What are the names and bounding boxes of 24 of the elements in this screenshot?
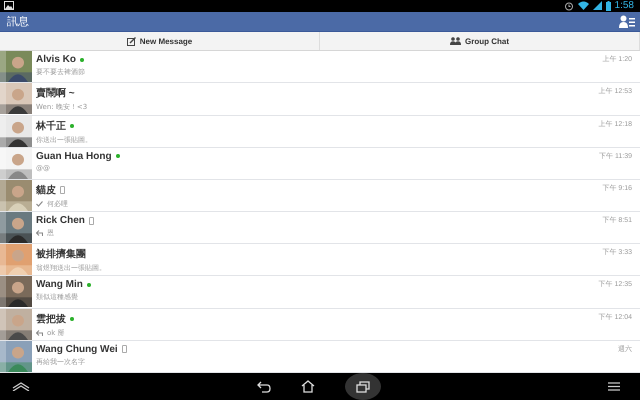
wifi-icon — [578, 1, 589, 10]
people-icon — [450, 37, 461, 46]
back-icon[interactable] — [257, 380, 271, 393]
contact-name: 貓皮 — [36, 184, 56, 197]
contact-name: Wang Min — [36, 279, 83, 290]
contact-name: 被排擠集團 — [36, 247, 86, 262]
contact-name: 賣鬧啊 ~ — [36, 86, 75, 100]
home-icon[interactable] — [301, 380, 315, 394]
chevron-up-icon[interactable] — [12, 382, 30, 392]
alarm-icon — [564, 0, 574, 11]
contact-name: 雲把拔 — [36, 312, 66, 326]
header-title: 訊息 — [7, 14, 29, 30]
contact-name: Rick Chen — [36, 215, 85, 226]
recent-apps-icon[interactable] — [356, 380, 370, 393]
contact-name: Alvis Ko — [36, 54, 76, 66]
battery-icon — [606, 0, 611, 11]
contact-name: Guan Hua Hong — [36, 150, 112, 162]
menu-icon[interactable] — [608, 382, 620, 392]
clock-time: 1:58 — [614, 0, 634, 12]
contact-name: Wang Chung Wei — [36, 344, 118, 355]
gallery-icon — [4, 1, 14, 10]
contact-name: 林千正 — [36, 120, 66, 133]
compose-icon — [126, 36, 136, 46]
contacts-icon[interactable] — [619, 15, 635, 28]
